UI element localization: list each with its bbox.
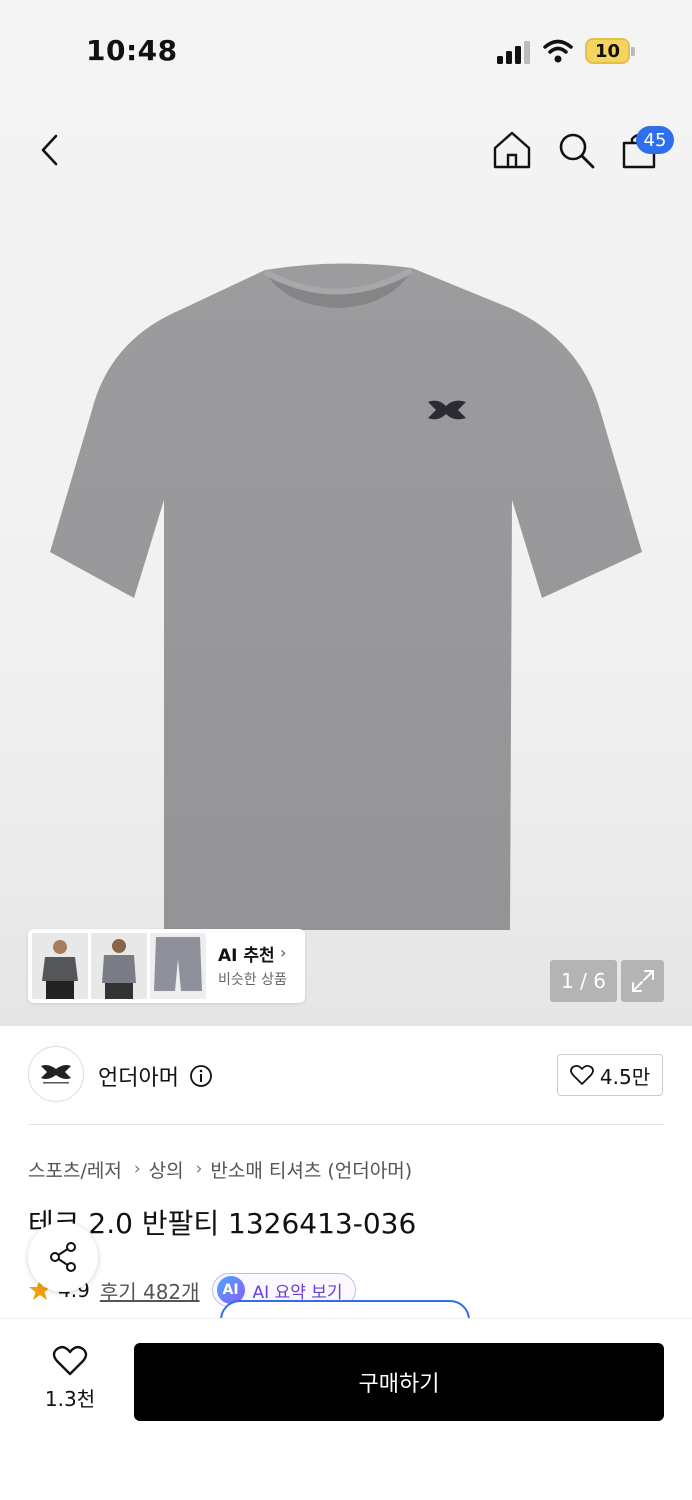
search-icon[interactable] — [554, 128, 598, 172]
breadcrumb-item[interactable]: 상의 — [149, 1156, 184, 1183]
product-gallery[interactable]: 10:48 10 45 AI 추천 › 비슷한 상품 1 / 6 — [0, 0, 692, 1026]
expand-image-button[interactable] — [621, 960, 664, 1002]
ai-summary-label: AI 요약 보기 — [252, 1282, 343, 1303]
top-nav — [0, 110, 692, 190]
battery-level: 10 — [585, 38, 630, 64]
chevron-right-icon: › — [280, 943, 287, 962]
back-icon[interactable] — [32, 130, 68, 170]
wifi-icon — [543, 39, 573, 63]
share-button[interactable] — [28, 1222, 98, 1292]
divider — [28, 1124, 664, 1125]
wishlist-button[interactable]: 1.3천 — [34, 1345, 106, 1415]
reco-thumbnail[interactable] — [150, 933, 206, 999]
share-icon — [50, 1242, 76, 1272]
heart-icon — [52, 1345, 88, 1376]
brand-logo-icon — [41, 1065, 71, 1084]
info-icon[interactable] — [189, 1064, 213, 1088]
review-count-link[interactable]: 후기 482개 — [100, 1276, 200, 1305]
ai-reco-title: AI 추천 — [218, 946, 275, 966]
brand-like-count: 4.5만 — [599, 1064, 651, 1089]
brand-logo[interactable] — [28, 1046, 84, 1102]
brand-name[interactable]: 언더아머 — [98, 1060, 179, 1092]
product-image[interactable] — [40, 260, 652, 940]
breadcrumb-item[interactable]: 반소매 티셔츠 (언더아머) — [210, 1156, 412, 1183]
breadcrumb: 스포츠/레저 › 상의 › 반소매 티셔츠 (언더아머) — [28, 1154, 412, 1184]
ai-recommendation-card[interactable]: AI 추천 › 비슷한 상품 — [28, 929, 305, 1003]
cart-count-badge: 45 — [636, 126, 674, 154]
wishlist-count: 1.3천 — [44, 1387, 96, 1411]
home-icon[interactable] — [490, 128, 534, 172]
chevron-right-icon: › — [133, 1159, 141, 1179]
status-bar: 10:48 10 — [0, 0, 692, 100]
battery-indicator: 10 — [585, 38, 635, 64]
image-page-counter: 1 / 6 — [550, 960, 617, 1002]
brand-row: 언더아머 4.5만 — [0, 1026, 692, 1126]
battery-tip — [631, 47, 635, 56]
status-time: 10:48 — [86, 34, 178, 67]
ai-reco-subtitle: 비슷한 상품 — [218, 972, 287, 988]
expand-icon — [631, 970, 654, 992]
breadcrumb-item[interactable]: 스포츠/레저 — [28, 1156, 122, 1183]
heart-icon — [569, 1064, 594, 1085]
buy-button[interactable]: 구매하기 — [134, 1343, 664, 1421]
chevron-right-icon: › — [195, 1159, 203, 1179]
reco-thumbnail[interactable] — [91, 933, 147, 999]
brand-like-button[interactable]: 4.5만 — [557, 1054, 663, 1096]
bottom-action-bar: 1.3천 구매하기 — [0, 1318, 692, 1500]
reco-thumbnail[interactable] — [32, 933, 88, 999]
signal-icon — [497, 41, 530, 64]
